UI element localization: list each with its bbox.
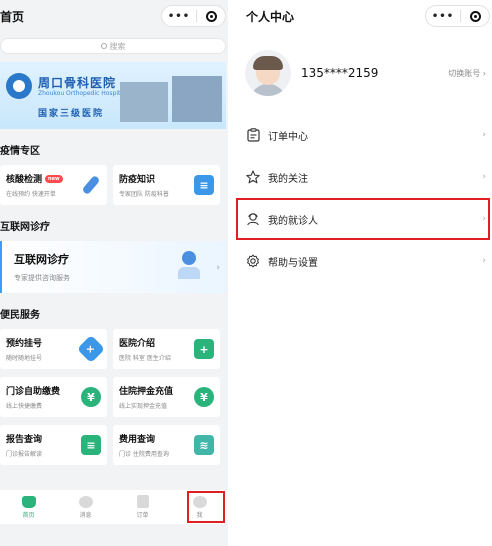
hospital-name: 周口骨科医院 (38, 76, 117, 90)
book-icon: ≡ (194, 175, 214, 195)
highlight-box (187, 491, 225, 523)
card-title: 防疫知识 (119, 175, 156, 185)
tab-bar: 首页 消息 订单 我 (0, 490, 228, 524)
more-button[interactable]: ••• (426, 11, 460, 22)
tab-home[interactable]: 首页 (0, 490, 57, 524)
order-icon (136, 495, 149, 508)
chevron-right-icon: › (482, 256, 486, 266)
mini-program-capsule: ••• (425, 5, 490, 27)
card-title: 报告查询 (6, 435, 43, 445)
card-title: 核酸检测 (6, 175, 43, 185)
mini-program-capsule: ••• (161, 5, 226, 27)
search-bar[interactable]: 搜索 (0, 38, 226, 54)
new-badge: new (45, 174, 63, 183)
tab-me[interactable]: 我 (171, 490, 228, 524)
service-card[interactable]: 医院介绍 医院 科室 医生介绍 + (113, 329, 220, 369)
card-epidemic-knowledge[interactable]: 防疫知识 专家团队 防疫科普 ≡ (113, 165, 220, 205)
more-button[interactable]: ••• (162, 11, 196, 22)
epidemic-grid: 核酸检测 new 在线预约 快速开单 防疫知识 专家团队 防疫科普 ≡ (0, 165, 228, 205)
yen-icon: ¥ (81, 387, 101, 407)
menu-item-my-follows[interactable]: 我的关注 › (234, 156, 492, 198)
home-icon (21, 495, 36, 508)
chevron-right-icon: › (482, 172, 486, 182)
gear-icon (246, 254, 260, 268)
chevron-right-icon: › (216, 263, 220, 273)
menu-label: 我的关注 (268, 173, 308, 185)
close-icon (205, 10, 217, 22)
building-image (172, 76, 222, 122)
tab-label: 消息 (79, 511, 92, 519)
order-icon (246, 128, 260, 142)
card-title: 门诊自助缴费 (6, 387, 61, 397)
report-icon: ≡ (81, 435, 101, 455)
chevron-right-icon: › (482, 214, 486, 224)
card-title: 住院押金充值 (119, 387, 174, 397)
hospital-grade: 国家三级医院 (38, 109, 105, 119)
user-profile: 135****2159 切换账号 › (234, 32, 492, 114)
chevron-right-icon: › (482, 130, 486, 140)
service-card[interactable]: 预约挂号 随时随地挂号 + (0, 329, 107, 369)
switch-account-link[interactable]: 切换账号 › (448, 68, 486, 79)
card-title: 预约挂号 (6, 339, 43, 349)
close-button[interactable] (461, 10, 489, 22)
search-placeholder: 搜索 (109, 41, 126, 51)
profile-screen: 个人中心 ••• 135****2159 切换账号 › 订单中心 › 我的关注 … (234, 0, 492, 546)
card-online-diagnosis[interactable]: 互联网诊疗 专家提供咨询服务 › (0, 241, 226, 293)
user-phone: 135****2159 (301, 66, 379, 80)
hospital-icon: + (194, 339, 214, 359)
message-icon (78, 495, 93, 508)
service-card[interactable]: 住院押金充值 线上实现押金充值 ¥ (113, 377, 220, 417)
menu-item-my-patients[interactable]: 我的就诊人 › (236, 198, 490, 240)
avatar[interactable] (245, 50, 291, 96)
hospital-english-name: Zhoukou Orthopedic Hospital (38, 90, 126, 97)
card-title: 医院介绍 (119, 339, 156, 349)
section-title-epidemic: 疫情专区 (0, 146, 40, 157)
card-subtitle: 在线预约 快速开单 (6, 191, 56, 198)
switch-account-label: 切换账号 (448, 68, 481, 78)
close-button[interactable] (197, 10, 225, 22)
menu-label: 帮助与设置 (268, 257, 318, 269)
profile-navbar: 个人中心 ••• (234, 0, 492, 32)
section-title-online: 互联网诊疗 (0, 222, 50, 233)
page-title: 首页 (0, 9, 25, 24)
tab-messages[interactable]: 消息 (57, 490, 114, 524)
service-card[interactable]: 费用查询 门诊 住院费用查询 ≋ (113, 425, 220, 465)
profile-menu: 订单中心 › 我的关注 › 我的就诊人 › 帮助与设置 › (234, 114, 492, 282)
hospital-banner[interactable]: 周口骨科医院 Zhoukou Orthopedic Hospital 国家三级医… (0, 62, 226, 129)
menu-label: 订单中心 (268, 131, 308, 143)
doctor-icon (178, 251, 200, 281)
card-title: 费用查询 (119, 435, 156, 445)
tab-orders[interactable]: 订单 (114, 490, 171, 524)
yen-icon: ¥ (194, 387, 214, 407)
menu-item-order-center[interactable]: 订单中心 › (234, 114, 492, 156)
service-card[interactable]: 门诊自助缴费 线上快捷缴费 ¥ (0, 377, 107, 417)
building-image (120, 82, 168, 122)
menu-item-help-settings[interactable]: 帮助与设置 › (234, 240, 492, 282)
search-icon (100, 43, 107, 49)
hospital-logo-icon (6, 73, 32, 99)
home-navbar: 首页 ••• (0, 0, 228, 32)
menu-label: 我的就诊人 (268, 215, 318, 227)
tab-label: 订单 (136, 512, 149, 519)
close-icon (469, 10, 481, 22)
page-title: 个人中心 (246, 9, 295, 24)
home-screen: 首页 ••• 搜索 周口骨科医院 Zhoukou Orthopedic Hosp… (0, 0, 228, 546)
service-card[interactable]: 报告查询 门诊报告解读 ≡ (0, 425, 107, 465)
tab-label: 首页 (22, 511, 35, 519)
coins-icon: ≋ (194, 435, 214, 455)
service-grid: 预约挂号 随时随地挂号 + 医院介绍 医院 科室 医生介绍 + 门诊自助缴费 线上快捷缴费 ¥ 住… (0, 329, 228, 465)
star-icon (246, 170, 260, 184)
patient-icon (246, 212, 260, 226)
card-nucleic-test[interactable]: 核酸检测 new 在线预约 快速开单 (0, 165, 107, 205)
section-title-service: 便民服务 (0, 310, 40, 321)
